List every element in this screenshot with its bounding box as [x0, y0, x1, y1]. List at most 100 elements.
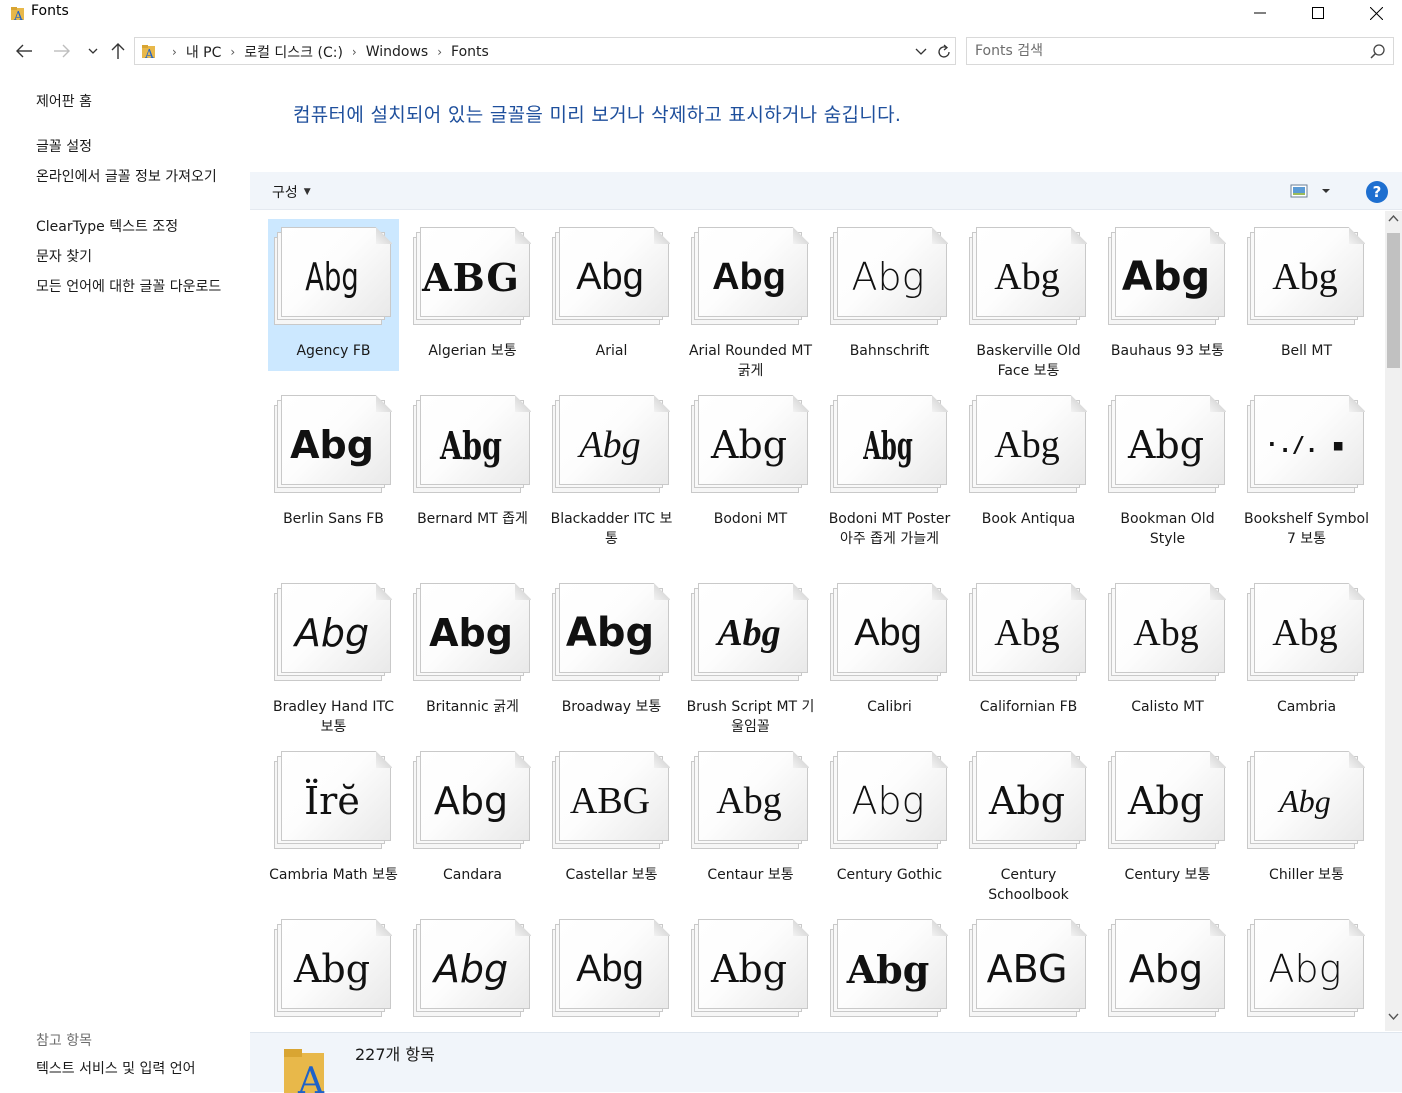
font-tile[interactable]: Abg Blackadder ITC 보통 [546, 387, 677, 547]
text-services-link[interactable]: 텍스트 서비스 및 입력 언어 [36, 1059, 241, 1079]
font-tile[interactable]: Abg Californian FB [963, 575, 1094, 727]
chevron-right-icon[interactable]: › [230, 45, 235, 59]
font-tile[interactable]: Abg Brush Script MT 기울임꼴 [685, 575, 816, 735]
font-sample: Abg [429, 611, 513, 655]
page-fold-corner [654, 583, 670, 600]
font-tile[interactable]: Abg Bookman Old Style [1102, 387, 1233, 547]
svg-text:A: A [13, 9, 23, 21]
control-panel-home-link[interactable]: 제어판 홈 [36, 92, 241, 112]
page-fold-corner [654, 395, 670, 412]
back-button[interactable] [13, 40, 35, 62]
chevron-right-icon[interactable]: › [352, 45, 357, 59]
font-sample: Abg [290, 423, 374, 467]
font-sample: Abg [1121, 254, 1211, 300]
get-font-info-online-link[interactable]: 온라인에서 글꼴 정보 가져오기 [36, 167, 241, 187]
font-sample: Abg [576, 947, 644, 990]
font-sample: Abg [1128, 947, 1204, 991]
font-sample: Abg [1272, 612, 1338, 654]
page-fold-corner [793, 919, 809, 936]
font-tile[interactable]: Abg Bell MT [1241, 219, 1372, 371]
font-tile[interactable]: Abg Arial [546, 219, 677, 371]
font-tile[interactable]: Abg [685, 911, 816, 1031]
font-tile[interactable]: Abg Bahnschrift [824, 219, 955, 371]
address-bar[interactable]: A › 내 PC › 로컬 디스크 (C:) › Windows › Fonts [134, 37, 956, 65]
font-name: Bernard MT 좁게 [417, 511, 528, 527]
font-tile[interactable]: Abg Century 보통 [1102, 743, 1233, 895]
font-tile[interactable]: Abg Chiller 보통 [1241, 743, 1372, 895]
page-fold-corner [1071, 751, 1087, 768]
breadcrumb-item-fonts[interactable]: Fonts [451, 44, 489, 60]
font-tile[interactable]: Abg Bradley Hand ITC 보통 [268, 575, 399, 735]
change-view-button[interactable] [1290, 182, 1334, 200]
font-tile[interactable]: Abg [546, 911, 677, 1031]
scroll-up-icon[interactable] [1388, 214, 1399, 222]
scroll-down-icon[interactable] [1388, 1013, 1399, 1021]
font-tile[interactable]: Abg Berlin Sans FB [268, 387, 399, 539]
font-tile[interactable]: Abg Calisto MT [1102, 575, 1233, 727]
font-tile[interactable]: Abg Agency FB [268, 219, 399, 371]
font-tile[interactable]: Abg [407, 911, 538, 1031]
breadcrumb-item-this-pc[interactable]: 내 PC [186, 42, 222, 62]
page-fold-corner [1210, 919, 1226, 936]
search-input[interactable] [975, 41, 1355, 61]
font-tile[interactable]: Abg Baskerville Old Face 보통 [963, 219, 1094, 379]
font-tile[interactable]: Abg Book Antiqua [963, 387, 1094, 539]
details-pane: A 227개 항목 [250, 1032, 1402, 1093]
vertical-scrollbar[interactable] [1385, 211, 1402, 1031]
search-box[interactable] [966, 37, 1394, 65]
font-tile[interactable]: ABG [963, 911, 1094, 1031]
up-button[interactable] [107, 40, 129, 62]
forward-button[interactable] [51, 40, 73, 62]
font-settings-link[interactable]: 글꼴 설정 [36, 137, 241, 157]
font-tile[interactable]: Abg Calibri [824, 575, 955, 727]
font-tile[interactable]: Abg Century Schoolbook [963, 743, 1094, 903]
font-tile[interactable]: Abg Bodoni MT [685, 387, 816, 539]
font-tile[interactable]: Abg [268, 911, 399, 1031]
font-name: Blackadder ITC 보통 [550, 511, 673, 547]
recent-locations-button[interactable] [82, 40, 104, 62]
font-tile[interactable]: Abg Bodoni MT Poster 아주 좁게 가늘게 [824, 387, 955, 547]
address-history-icon[interactable] [913, 44, 929, 60]
font-tile[interactable]: Abg Cambria [1241, 575, 1372, 727]
adjust-cleartype-link[interactable]: ClearType 텍스트 조정 [36, 217, 241, 237]
font-tile[interactable]: Abg Candara [407, 743, 538, 895]
font-tile[interactable]: Abg Century Gothic [824, 743, 955, 895]
maximize-icon [1312, 7, 1324, 19]
chevron-right-icon[interactable]: › [172, 45, 177, 59]
see-also-heading: 참고 항목 [36, 1033, 92, 1049]
font-tile[interactable]: Abg Britannic 굵게 [407, 575, 538, 727]
font-tile[interactable]: Abg [1102, 911, 1233, 1031]
maximize-button[interactable] [1289, 0, 1347, 26]
font-sample: Abg [854, 611, 922, 654]
minimize-button[interactable] [1231, 0, 1289, 26]
font-tile[interactable]: Abg Bauhaus 93 보통 [1102, 219, 1233, 371]
close-button[interactable] [1347, 0, 1402, 26]
font-sample: Abg [988, 779, 1066, 823]
chevron-right-icon[interactable]: › [437, 45, 442, 59]
search-icon[interactable] [1369, 43, 1387, 61]
download-fonts-link[interactable]: 모든 언어에 대한 글꼴 다운로드 [36, 277, 241, 297]
font-tile[interactable]: ·.∕. ▪ Bookshelf Symbol 7 보통 [1241, 387, 1372, 547]
font-tile[interactable]: ABG Castellar 보통 [546, 743, 677, 895]
font-tile[interactable]: Abg Arial Rounded MT 굵게 [685, 219, 816, 379]
organize-button[interactable]: 구성 ▼ [272, 182, 311, 202]
font-sample: Abg [710, 423, 788, 467]
help-button[interactable]: ? [1366, 181, 1388, 203]
find-character-link[interactable]: 문자 찾기 [36, 247, 241, 267]
page-fold-corner [515, 919, 531, 936]
font-sample: Abg [293, 947, 371, 991]
refresh-icon[interactable] [935, 43, 953, 61]
font-tile[interactable]: ABG Algerian 보통 [407, 219, 538, 371]
breadcrumb-item-windows[interactable]: Windows [366, 44, 429, 60]
fonts-folder-icon: A [284, 1049, 325, 1093]
font-tile[interactable]: Abg Centaur 보통 [685, 743, 816, 895]
arrow-up-icon [111, 43, 125, 59]
font-tile[interactable]: Abg [824, 911, 955, 1031]
font-tile[interactable]: Abg Bernard MT 좁게 [407, 387, 538, 539]
font-tile[interactable]: Abg [1241, 911, 1372, 1031]
font-tile[interactable]: Abg Broadway 보통 [546, 575, 677, 727]
font-name: Arial [595, 343, 628, 359]
breadcrumb-item-local-disk[interactable]: 로컬 디스크 (C:) [244, 42, 343, 62]
font-tile[interactable]: Ïrĕ Cambria Math 보통 [268, 743, 399, 895]
scrollbar-thumb[interactable] [1387, 233, 1400, 368]
